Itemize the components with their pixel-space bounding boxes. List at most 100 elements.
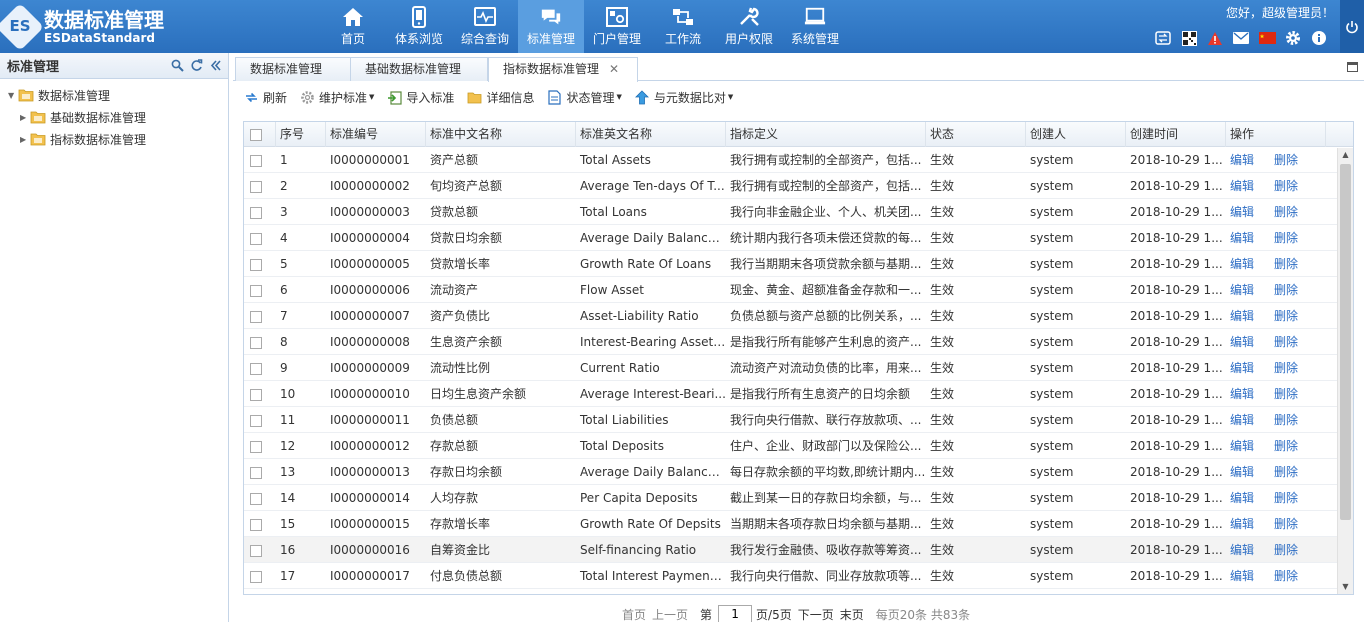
edit-link[interactable]: 编辑 (1230, 335, 1254, 349)
nav-item-0[interactable]: 首页 (320, 0, 386, 53)
tree-node-1[interactable]: ▶ 基础数据标准管理 (0, 106, 228, 128)
mail-icon[interactable] (1232, 30, 1250, 46)
row-checkbox[interactable] (250, 258, 262, 271)
maximize-icon[interactable] (1347, 62, 1358, 72)
column-header[interactable]: 标准中文名称 (426, 122, 576, 147)
collapse-left-icon[interactable] (209, 59, 222, 75)
nav-item-6[interactable]: 用户权限 (716, 0, 782, 53)
table-row[interactable]: 1 I0000000001 资产总额 Total Assets 我行拥有或控制的全部资产… (244, 147, 1353, 173)
table-row[interactable]: 2 I0000000002 旬均资产总额 Average Ten-days Of T.… (244, 173, 1353, 199)
edit-link[interactable]: 编辑 (1230, 439, 1254, 453)
column-header[interactable]: 指标定义 (726, 122, 926, 147)
switch-icon[interactable] (1154, 30, 1172, 46)
column-header[interactable]: 标准英文名称 (576, 122, 726, 147)
edit-link[interactable]: 编辑 (1230, 153, 1254, 167)
maintain-standard-button[interactable]: 维护标准 ▼ (299, 89, 374, 106)
table-row[interactable]: 13 I0000000013 存款日均余额 Average Daily Balance… (244, 459, 1353, 485)
tab-basic-data-standard[interactable]: 基础数据标准管理 (350, 57, 488, 81)
tab-data-standard[interactable]: 数据标准管理 (235, 57, 351, 81)
first-page-link[interactable]: 首页 (622, 606, 646, 622)
row-checkbox[interactable] (250, 206, 262, 219)
import-standard-button[interactable]: 导入标准 (386, 89, 454, 106)
row-checkbox[interactable] (250, 466, 262, 479)
row-checkbox[interactable] (250, 232, 262, 245)
table-row[interactable]: 12 I0000000012 存款总额 Total Deposits 住户、企业、财政部… (244, 433, 1353, 459)
delete-link[interactable]: 删除 (1274, 569, 1298, 583)
nav-item-2[interactable]: 综合查询 (452, 0, 518, 53)
row-checkbox[interactable] (250, 388, 262, 401)
delete-link[interactable]: 删除 (1274, 439, 1298, 453)
edit-link[interactable]: 编辑 (1230, 491, 1254, 505)
next-page-link[interactable]: 下一页 (798, 606, 834, 622)
tree-node-0[interactable]: ▼ 数据标准管理 (0, 84, 228, 106)
row-checkbox[interactable] (250, 440, 262, 453)
status-manage-button[interactable]: 状态管理 ▼ (546, 89, 622, 106)
delete-link[interactable]: 删除 (1274, 257, 1298, 271)
row-checkbox[interactable] (250, 362, 262, 375)
table-row[interactable]: 9 I0000000009 流动性比例 Current Ratio 流动资产对流动负债的… (244, 355, 1353, 381)
qrcode-icon[interactable] (1180, 30, 1198, 46)
column-header[interactable]: 创建人 (1026, 122, 1126, 147)
edit-link[interactable]: 编辑 (1230, 283, 1254, 297)
page-number-input[interactable] (718, 605, 753, 622)
edit-link[interactable]: 编辑 (1230, 569, 1254, 583)
edit-link[interactable]: 编辑 (1230, 543, 1254, 557)
nav-item-5[interactable]: 工作流 (650, 0, 716, 53)
tree-node-2[interactable]: ▶ 指标数据标准管理 (0, 128, 228, 150)
edit-link[interactable]: 编辑 (1230, 231, 1254, 245)
column-header[interactable]: 序号 (276, 122, 326, 147)
last-page-link[interactable]: 末页 (840, 606, 864, 622)
column-header[interactable]: 状态 (926, 122, 1026, 147)
delete-link[interactable]: 删除 (1274, 283, 1298, 297)
table-row[interactable]: 14 I0000000014 人均存款 Per Capita Deposits 截止到某… (244, 485, 1353, 511)
table-row[interactable]: 7 I0000000007 资产负债比 Asset-Liability Ratio 负债… (244, 303, 1353, 329)
delete-link[interactable]: 删除 (1274, 309, 1298, 323)
edit-link[interactable]: 编辑 (1230, 309, 1254, 323)
row-checkbox[interactable] (250, 518, 262, 531)
select-all-checkbox[interactable] (250, 128, 262, 141)
table-row[interactable]: 10 I0000000010 日均生息资产余额 Average Interest-Be… (244, 381, 1353, 407)
caret-right-icon[interactable]: ▶ (20, 113, 30, 122)
info-icon[interactable] (1310, 30, 1328, 46)
row-checkbox[interactable] (250, 414, 262, 427)
delete-link[interactable]: 删除 (1274, 205, 1298, 219)
scroll-thumb[interactable] (1340, 164, 1351, 520)
logout-button[interactable] (1340, 0, 1364, 53)
close-tab-icon[interactable]: ✕ (609, 62, 619, 76)
scroll-down-icon[interactable]: ▼ (1338, 580, 1353, 594)
grid-scrollbar[interactable]: ▲ ▼ (1337, 148, 1353, 594)
table-row[interactable]: 11 I0000000011 负债总额 Total Liabilities 我行向央行借… (244, 407, 1353, 433)
table-row[interactable]: 17 I0000000017 付息负债总额 Total Interest Paymen… (244, 563, 1353, 589)
row-checkbox[interactable] (250, 336, 262, 349)
delete-link[interactable]: 删除 (1274, 465, 1298, 479)
compare-metadata-button[interactable]: 与元数据比对 ▼ (634, 89, 733, 106)
edit-link[interactable]: 编辑 (1230, 179, 1254, 193)
row-checkbox[interactable] (250, 544, 262, 557)
refresh-icon[interactable] (190, 59, 203, 75)
table-row[interactable]: 16 I0000000016 自筹资金比 Self-financing Ratio 我行… (244, 537, 1353, 563)
delete-link[interactable]: 删除 (1274, 335, 1298, 349)
detail-info-button[interactable]: 详细信息 (466, 89, 534, 106)
edit-link[interactable]: 编辑 (1230, 361, 1254, 375)
gear-icon[interactable] (1284, 30, 1302, 46)
column-header[interactable]: 创建时间 (1126, 122, 1226, 147)
delete-link[interactable]: 删除 (1274, 517, 1298, 531)
nav-item-4[interactable]: 门户管理 (584, 0, 650, 53)
edit-link[interactable]: 编辑 (1230, 205, 1254, 219)
delete-link[interactable]: 删除 (1274, 491, 1298, 505)
caret-down-icon[interactable]: ▼ (8, 91, 18, 100)
delete-link[interactable]: 删除 (1274, 153, 1298, 167)
table-row[interactable]: 15 I0000000015 存款增长率 Growth Rate Of Depsits… (244, 511, 1353, 537)
prev-page-link[interactable]: 上一页 (652, 606, 688, 622)
delete-link[interactable]: 删除 (1274, 179, 1298, 193)
flag-icon[interactable] (1258, 30, 1276, 46)
table-row[interactable]: 3 I0000000003 贷款总额 Total Loans 我行向非金融企业、个人、机… (244, 199, 1353, 225)
scroll-up-icon[interactable]: ▲ (1338, 148, 1353, 162)
delete-link[interactable]: 删除 (1274, 361, 1298, 375)
tab-indicator-data-standard[interactable]: 指标数据标准管理 ✕ (488, 57, 638, 82)
table-row[interactable]: 5 I0000000005 贷款增长率 Growth Rate Of Loans 我行当… (244, 251, 1353, 277)
column-header[interactable]: 标准编号 (326, 122, 426, 147)
edit-link[interactable]: 编辑 (1230, 387, 1254, 401)
row-checkbox[interactable] (250, 492, 262, 505)
table-row[interactable]: 4 I0000000004 贷款日均余额 Average Daily Balance … (244, 225, 1353, 251)
